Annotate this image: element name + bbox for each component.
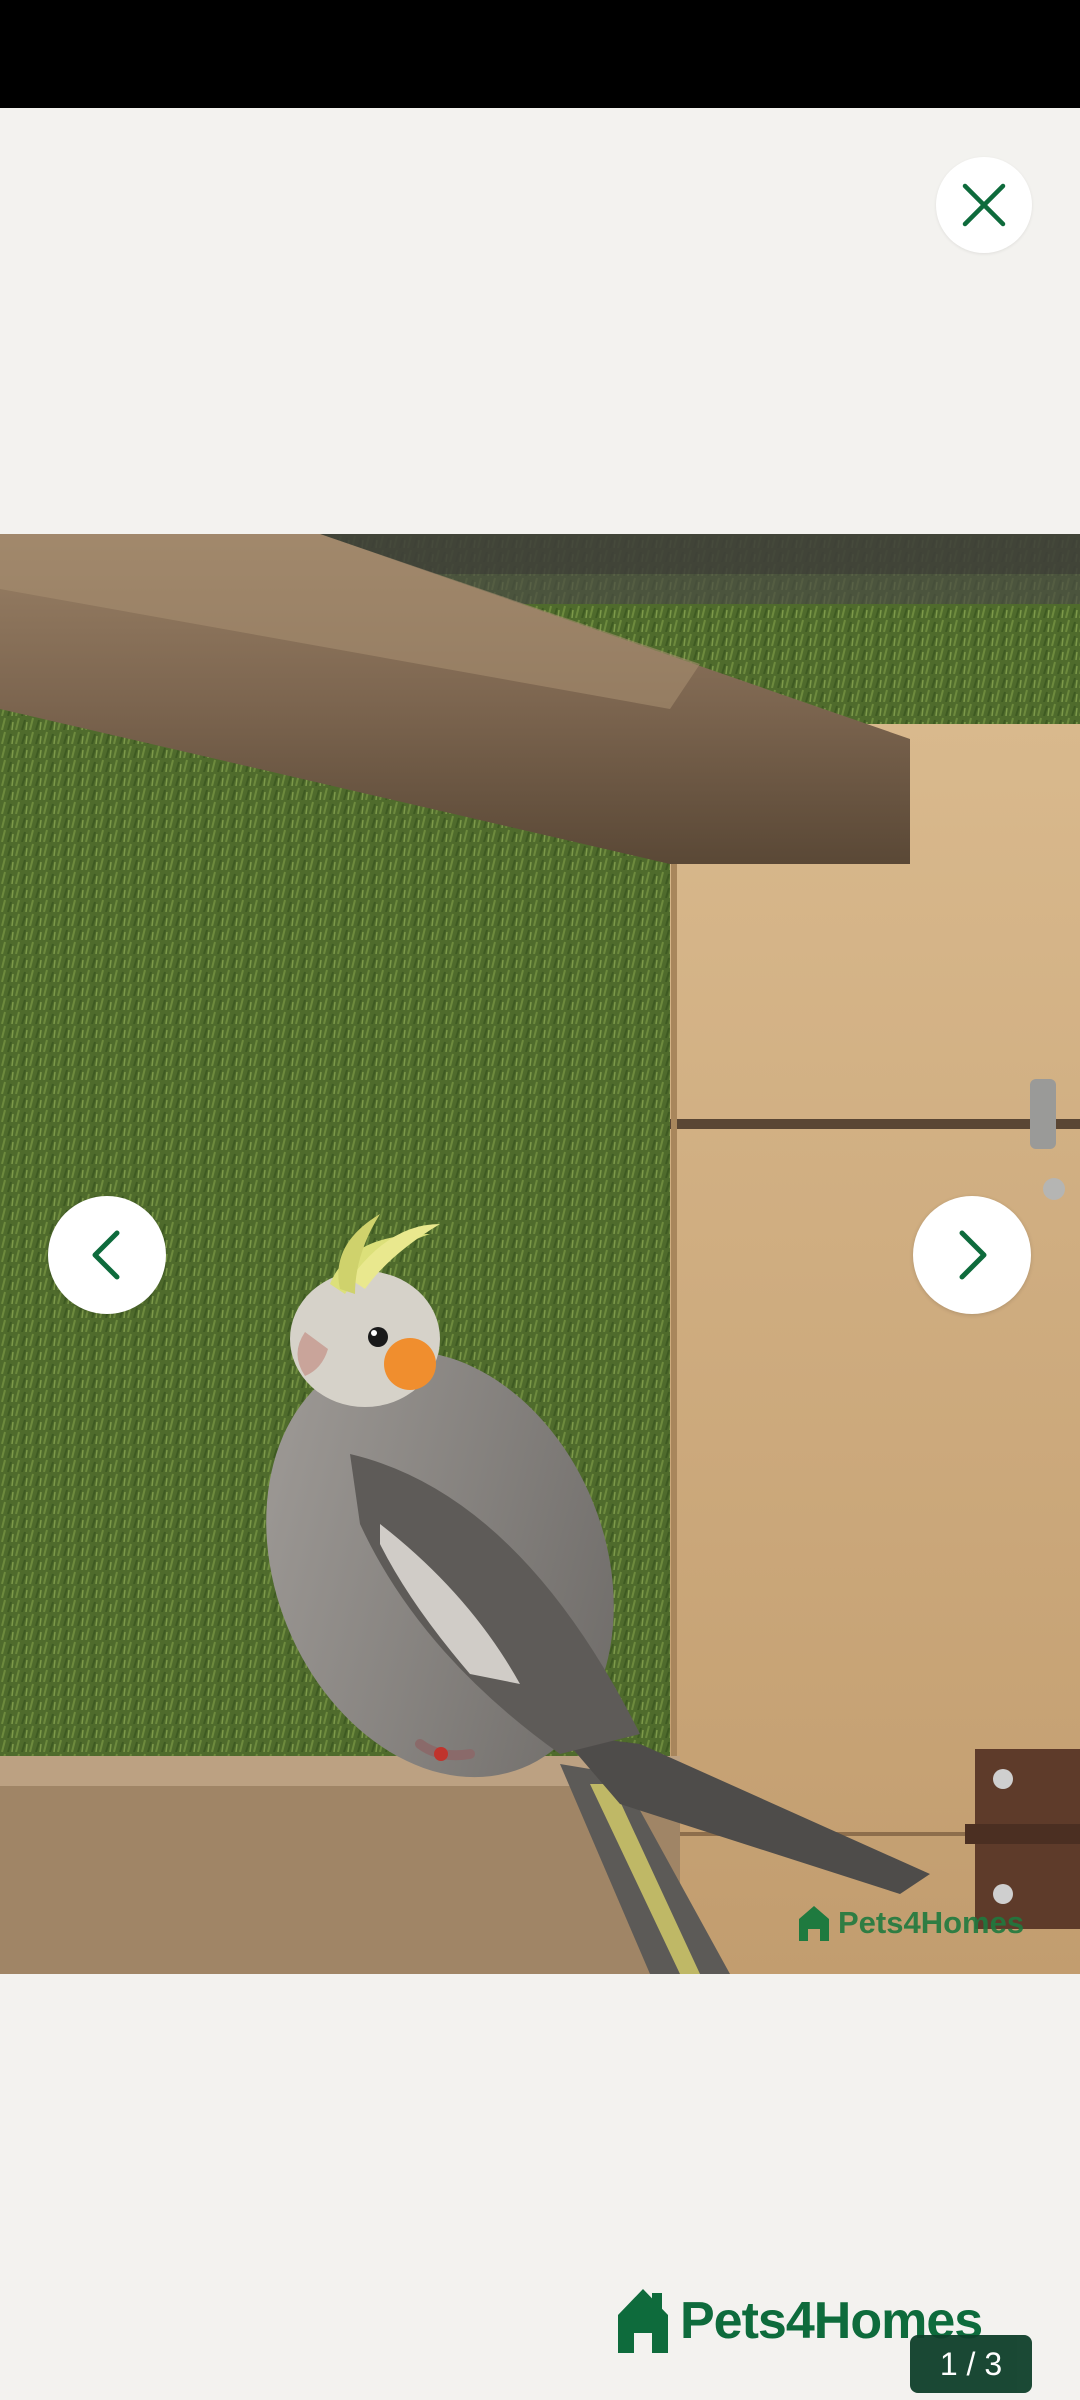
close-icon [962,183,1006,227]
chevron-left-icon [92,1230,120,1280]
photo-watermark: Pets4Homes [796,1903,1024,1943]
house-logo-icon [799,1906,829,1941]
house-logo-icon [618,2289,668,2353]
close-button[interactable] [936,157,1032,253]
chevron-right-icon [959,1230,987,1280]
previous-image-button[interactable] [48,1196,166,1314]
image-counter: 1 / 3 [910,2335,1032,2393]
watermark-text: Pets4Homes [838,1905,1025,1940]
next-image-button[interactable] [913,1196,1031,1314]
status-bar [0,0,1080,108]
